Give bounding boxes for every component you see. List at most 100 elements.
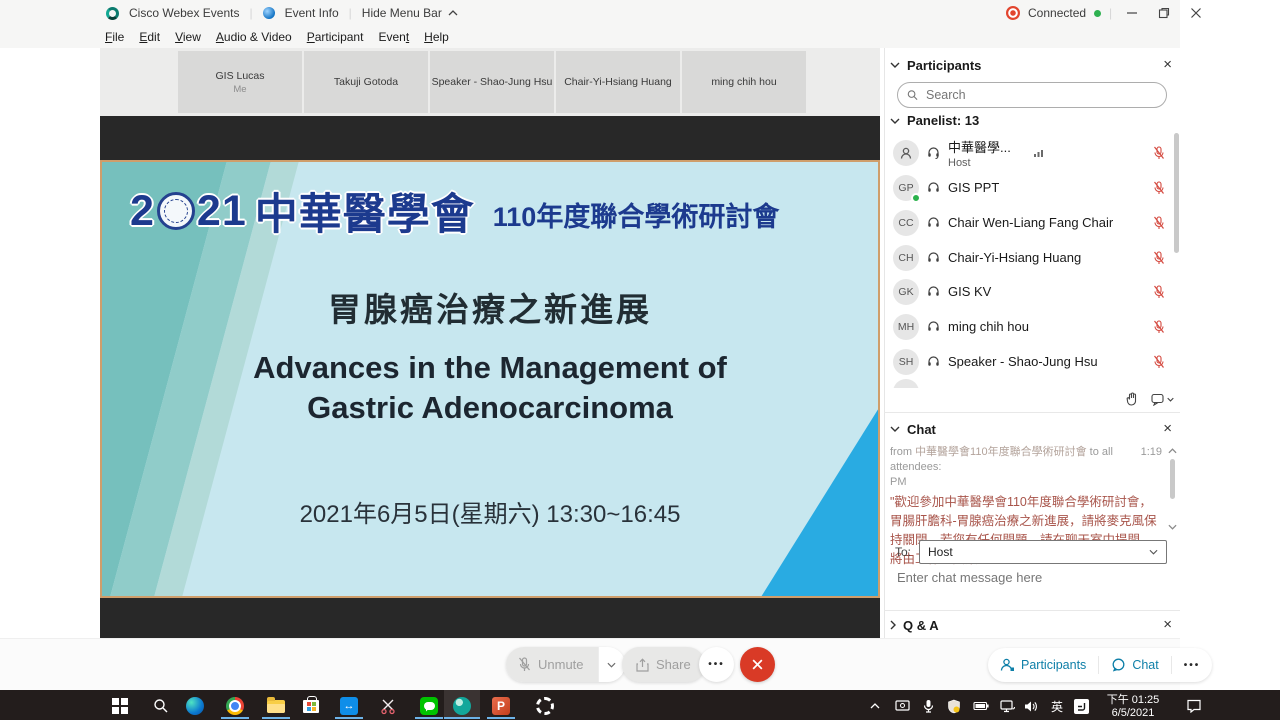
share-button[interactable]: Share — [622, 647, 705, 682]
participant-row[interactable]: GK GIS KV — [893, 274, 1165, 309]
chrome-icon[interactable] — [224, 695, 246, 717]
chevron-down-icon — [607, 662, 616, 668]
running-indicator — [444, 717, 480, 719]
line-app-icon[interactable] — [418, 695, 440, 717]
webex-app-icon[interactable] — [451, 695, 473, 717]
more-panels-button[interactable]: ••• — [1172, 648, 1213, 682]
mic-muted-icon[interactable] — [1153, 216, 1165, 230]
video-tile[interactable]: ming chih hou — [682, 51, 806, 113]
stage-letterbox-top — [100, 116, 880, 160]
tray-volume-icon[interactable] — [1022, 697, 1040, 715]
chat-input[interactable] — [895, 568, 1169, 596]
participants-toggle-button[interactable]: Participants — [988, 648, 1098, 682]
menu-audio-video[interactable]: Audio & Video — [216, 30, 292, 44]
tray-battery-icon[interactable] — [972, 697, 990, 715]
connected-status[interactable]: Connected — [1028, 6, 1086, 20]
unmute-control: Unmute — [506, 647, 625, 682]
start-button[interactable] — [109, 695, 131, 717]
mic-muted-icon[interactable] — [1153, 320, 1165, 334]
edge-icon[interactable] — [184, 695, 206, 717]
participant-row[interactable]: GP GIS PPT — [893, 170, 1165, 205]
chat-scroll-down-icon[interactable] — [1168, 524, 1177, 530]
participants-toolbar — [884, 388, 1174, 410]
tray-security-icon[interactable] — [945, 697, 963, 715]
close-participants-button[interactable]: × — [1163, 58, 1172, 72]
chat-options-button[interactable] — [1151, 393, 1174, 406]
tray-clock[interactable]: 下午 01:25 6/5/2021 — [1098, 694, 1168, 720]
titlebar-divider3: | — [1109, 6, 1112, 20]
mic-muted-icon[interactable] — [1153, 181, 1165, 195]
speech-bubble-icon — [1151, 393, 1165, 406]
avatar: CC — [893, 210, 919, 236]
qa-panel-header[interactable]: Q & A × — [890, 615, 1172, 635]
mic-muted-icon[interactable] — [1153, 285, 1165, 299]
chevron-down-icon — [1149, 549, 1158, 555]
menu-participant[interactable]: Participant — [307, 30, 364, 44]
ms-store-icon[interactable] — [300, 695, 322, 717]
slide-title-english: Advances in the Management of Gastric Ad… — [102, 348, 878, 428]
participant-row-host[interactable]: 中華醫學... Host — [893, 135, 1165, 170]
menu-event[interactable]: Event — [378, 30, 409, 44]
search-input[interactable] — [924, 87, 1157, 103]
avatar: CH — [893, 245, 919, 271]
video-tile[interactable]: Chair-Yi-Hsiang Huang — [556, 51, 680, 113]
menu-file[interactable]: File — [105, 30, 124, 44]
raise-hand-icon[interactable] — [1126, 392, 1139, 406]
tray-ime-mode-icon[interactable] — [1072, 697, 1090, 715]
headset-icon — [927, 285, 940, 298]
avatar: GK — [893, 279, 919, 305]
unmute-button[interactable]: Unmute — [506, 647, 598, 682]
taskbar-search-icon[interactable] — [150, 695, 172, 717]
mic-muted-icon[interactable] — [1153, 146, 1165, 160]
participant-row[interactable]: SH Speaker - Shao-Jung Hsu — [893, 344, 1165, 379]
panelist-section-header[interactable]: Panelist: 13 — [890, 113, 979, 128]
minimize-button[interactable] — [1126, 7, 1138, 19]
video-tile[interactable]: Takuji Gotoda — [304, 51, 428, 113]
recipient-select[interactable]: Host — [919, 540, 1167, 564]
video-tile[interactable]: Speaker - Shao-Jung Hsu — [430, 51, 554, 113]
powerpoint-icon[interactable]: P — [490, 695, 512, 717]
chat-icon — [1111, 658, 1126, 672]
settings-gear-icon[interactable] — [534, 695, 556, 717]
tray-mic-icon[interactable] — [919, 697, 937, 715]
close-chat-button[interactable]: × — [1163, 422, 1172, 436]
leave-event-button[interactable] — [740, 647, 775, 682]
mic-muted-icon[interactable] — [1153, 251, 1165, 265]
video-tile-self[interactable]: GIS Lucas Me — [178, 51, 302, 113]
stage-letterbox-bottom — [100, 598, 880, 638]
tray-cast-icon[interactable] — [893, 697, 911, 715]
snipping-tool-icon[interactable] — [377, 695, 399, 717]
event-info-button[interactable]: Event Info — [285, 6, 339, 20]
video-thumbnail-strip: GIS Lucas Me Takuji Gotoda Speaker - Sha… — [100, 48, 880, 116]
participant-row[interactable]: MH ming chih hou — [893, 309, 1165, 344]
participant-row[interactable]: CC Chair Wen-Liang Fang Chair — [893, 205, 1165, 240]
menu-edit[interactable]: Edit — [139, 30, 160, 44]
chat-scrollbar[interactable] — [1170, 459, 1175, 499]
menu-help[interactable]: Help — [424, 30, 449, 44]
action-center-icon[interactable] — [1185, 697, 1203, 715]
close-window-button[interactable] — [1190, 7, 1202, 19]
chat-toggle-button[interactable]: Chat — [1099, 648, 1170, 682]
title-bar: Cisco Webex Events | Event Info | Hide M… — [0, 0, 1180, 26]
tray-network-icon[interactable] — [998, 697, 1016, 715]
tray-ime-language[interactable]: 英 — [1048, 697, 1066, 715]
participants-scrollbar[interactable] — [1174, 133, 1179, 253]
participants-panel-header[interactable]: Participants × — [890, 55, 1172, 75]
tray-expand-icon[interactable] — [866, 697, 884, 715]
chat-panel-header[interactable]: Chat × — [890, 419, 1172, 439]
presence-dot-icon — [911, 193, 921, 203]
participant-row[interactable]: CH Chair-Yi-Hsiang Huang — [893, 240, 1165, 275]
menu-view[interactable]: View — [175, 30, 201, 44]
close-qa-button[interactable]: × — [1163, 618, 1172, 632]
participant-search[interactable] — [897, 82, 1167, 108]
hide-menu-bar-button[interactable]: Hide Menu Bar — [362, 6, 458, 20]
running-indicator — [221, 717, 249, 719]
mic-muted-icon[interactable] — [1153, 355, 1165, 369]
participant-name-block: 中華醫學... Host — [948, 137, 1011, 169]
teamviewer-icon[interactable]: ↔ — [338, 695, 360, 717]
chat-scroll-up-icon[interactable] — [1168, 448, 1177, 454]
more-options-button[interactable]: ••• — [699, 647, 734, 682]
maximize-button[interactable] — [1158, 7, 1170, 19]
file-explorer-icon[interactable] — [265, 695, 287, 717]
chevron-down-icon — [890, 426, 900, 432]
